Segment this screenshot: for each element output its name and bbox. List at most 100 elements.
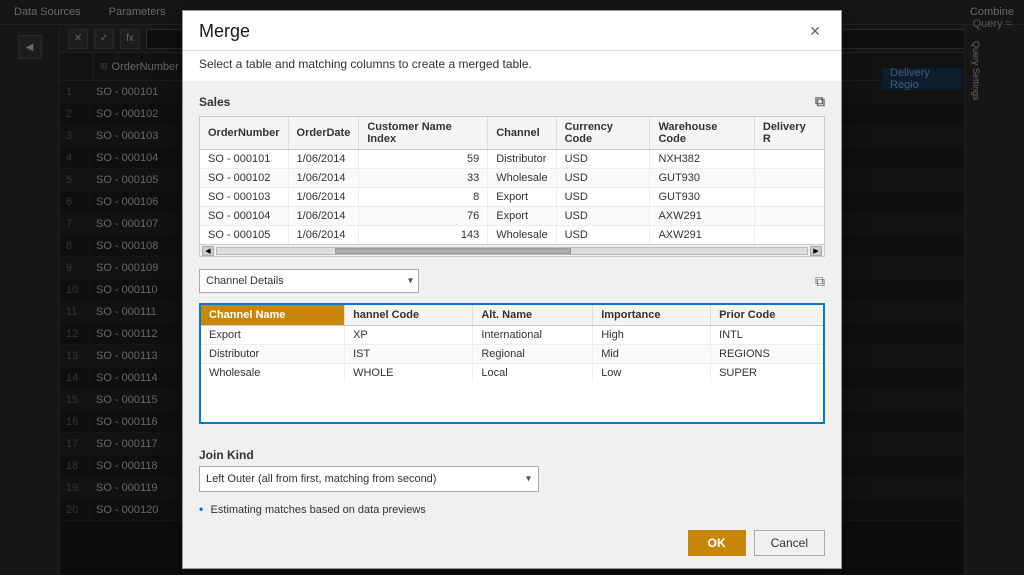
scroll-right-arrow[interactable]: ▶ xyxy=(810,246,822,256)
sales-section-label: Sales ⧉ xyxy=(199,93,825,110)
col-currency-code[interactable]: Currency Code xyxy=(556,117,650,150)
sales-delivery xyxy=(754,169,824,188)
sales-warehouse: GUT930 xyxy=(650,188,754,207)
channel-name: Wholesale xyxy=(201,364,345,383)
table-row: SO - 000104 1/06/2014 76 Export USD AXW2… xyxy=(200,207,824,226)
channel-dropdown-row: Channel Details Sales Products ⧉ xyxy=(199,269,825,293)
sales-currency: USD xyxy=(556,150,650,169)
col-order-number[interactable]: OrderNumber xyxy=(200,117,288,150)
channel-prior-code: REGIONS xyxy=(711,345,823,364)
sales-order-date: 1/06/2014 xyxy=(288,169,359,188)
modal-subtitle: Select a table and matching columns to c… xyxy=(183,51,841,81)
sales-currency: USD xyxy=(556,207,650,226)
sales-currency: USD xyxy=(556,226,650,245)
sales-customer-index: 33 xyxy=(359,169,488,188)
expand-icon[interactable]: ⧉ xyxy=(815,93,825,110)
channel-expand-icon[interactable]: ⧉ xyxy=(815,273,825,290)
col-alt-name[interactable]: Alt. Name xyxy=(473,305,593,326)
sales-warehouse: GUT930 xyxy=(650,169,754,188)
merge-dialog: Merge ✕ Select a table and matching colu… xyxy=(182,10,842,569)
table-row: Export XP International High INTL xyxy=(201,326,823,345)
sales-channel: Export xyxy=(488,188,556,207)
channel-alt-name: International xyxy=(473,326,593,345)
col-channel-code[interactable]: hannel Code xyxy=(345,305,473,326)
cancel-button[interactable]: Cancel xyxy=(754,530,825,556)
ok-button[interactable]: OK xyxy=(688,530,746,556)
sales-currency: USD xyxy=(556,169,650,188)
modal-close-button[interactable]: ✕ xyxy=(805,21,825,41)
sales-delivery xyxy=(754,150,824,169)
col-delivery-r[interactable]: Delivery R xyxy=(754,117,824,150)
sales-channel: Distributor xyxy=(488,150,556,169)
channel-code: WHOLE xyxy=(345,364,473,383)
channel-details-table: Channel Name hannel Code Alt. Name Impor… xyxy=(201,305,823,382)
sales-customer-index: 8 xyxy=(359,188,488,207)
channel-name: Distributor xyxy=(201,345,345,364)
modal-title: Merge xyxy=(199,21,250,42)
scroll-left-arrow[interactable]: ◀ xyxy=(202,246,214,256)
channel-name: Export xyxy=(201,326,345,345)
col-warehouse-code[interactable]: Warehouse Code xyxy=(650,117,754,150)
table-row: SO - 000103 1/06/2014 8 Export USD GUT93… xyxy=(200,188,824,207)
modal-footer: OK Cancel xyxy=(183,522,841,568)
channel-prior-code: SUPER xyxy=(711,364,823,383)
sales-order-number: SO - 000103 xyxy=(200,188,288,207)
join-kind-select[interactable]: Left Outer (all from first, matching fro… xyxy=(199,466,539,492)
table-row: Distributor IST Regional Mid REGIONS xyxy=(201,345,823,364)
channel-code: IST xyxy=(345,345,473,364)
sales-table: OrderNumber OrderDate Customer Name Inde… xyxy=(200,117,824,244)
channel-table-empty-space xyxy=(201,382,823,422)
col-prior-code[interactable]: Prior Code xyxy=(711,305,823,326)
col-customer-name-index[interactable]: Customer Name Index xyxy=(359,117,488,150)
channel-dropdown-wrapper: Channel Details Sales Products xyxy=(199,269,419,293)
sales-order-number: SO - 000105 xyxy=(200,226,288,245)
table-row: SO - 000101 1/06/2014 59 Distributor USD… xyxy=(200,150,824,169)
horizontal-scrollbar[interactable]: ◀ ▶ xyxy=(200,244,824,256)
channel-table-container: Channel Name hannel Code Alt. Name Impor… xyxy=(199,303,825,424)
sales-order-date: 1/06/2014 xyxy=(288,207,359,226)
modal-overlay: Merge ✕ Select a table and matching colu… xyxy=(0,0,1024,575)
scroll-thumb xyxy=(335,248,571,254)
sales-delivery xyxy=(754,207,824,226)
sales-order-number: SO - 000101 xyxy=(200,150,288,169)
sales-order-number: SO - 000102 xyxy=(200,169,288,188)
sales-order-number: SO - 000104 xyxy=(200,207,288,226)
sales-customer-index: 143 xyxy=(359,226,488,245)
sales-warehouse: AXW291 xyxy=(650,226,754,245)
table-select-dropdown[interactable]: Channel Details Sales Products xyxy=(199,269,419,293)
sales-customer-index: 76 xyxy=(359,207,488,226)
channel-code: XP xyxy=(345,326,473,345)
sales-currency: USD xyxy=(556,188,650,207)
join-kind-dropdown-wrapper: Left Outer (all from first, matching fro… xyxy=(199,466,539,492)
sales-label: Sales xyxy=(199,95,230,109)
channel-importance: High xyxy=(593,326,711,345)
estimate-dot: • xyxy=(199,502,203,516)
col-channel[interactable]: Channel xyxy=(488,117,556,150)
table-row: SO - 000105 1/06/2014 143 Wholesale USD … xyxy=(200,226,824,245)
sales-warehouse: NXH382 xyxy=(650,150,754,169)
sales-table-container: OrderNumber OrderDate Customer Name Inde… xyxy=(199,116,825,257)
sales-customer-index: 59 xyxy=(359,150,488,169)
estimate-section: • Estimating matches based on data previ… xyxy=(183,498,841,522)
sales-channel: Export xyxy=(488,207,556,226)
sales-order-date: 1/06/2014 xyxy=(288,188,359,207)
col-order-date[interactable]: OrderDate xyxy=(288,117,359,150)
estimate-text: Estimating matches based on data preview… xyxy=(211,504,426,516)
table-row: SO - 000102 1/06/2014 33 Wholesale USD G… xyxy=(200,169,824,188)
scroll-track[interactable] xyxy=(216,247,808,255)
channel-alt-name: Regional xyxy=(473,345,593,364)
channel-importance: Low xyxy=(593,364,711,383)
sales-warehouse: AXW291 xyxy=(650,207,754,226)
sales-channel: Wholesale xyxy=(488,169,556,188)
sales-delivery xyxy=(754,226,824,245)
sales-delivery xyxy=(754,188,824,207)
col-importance[interactable]: Importance xyxy=(593,305,711,326)
sales-order-date: 1/06/2014 xyxy=(288,150,359,169)
col-channel-name[interactable]: Channel Name xyxy=(201,305,345,326)
sales-channel: Wholesale xyxy=(488,226,556,245)
modal-titlebar: Merge ✕ xyxy=(183,11,841,51)
table-row: Wholesale WHOLE Local Low SUPER xyxy=(201,364,823,383)
join-kind-label: Join Kind xyxy=(199,448,825,462)
sales-order-date: 1/06/2014 xyxy=(288,226,359,245)
channel-importance: Mid xyxy=(593,345,711,364)
